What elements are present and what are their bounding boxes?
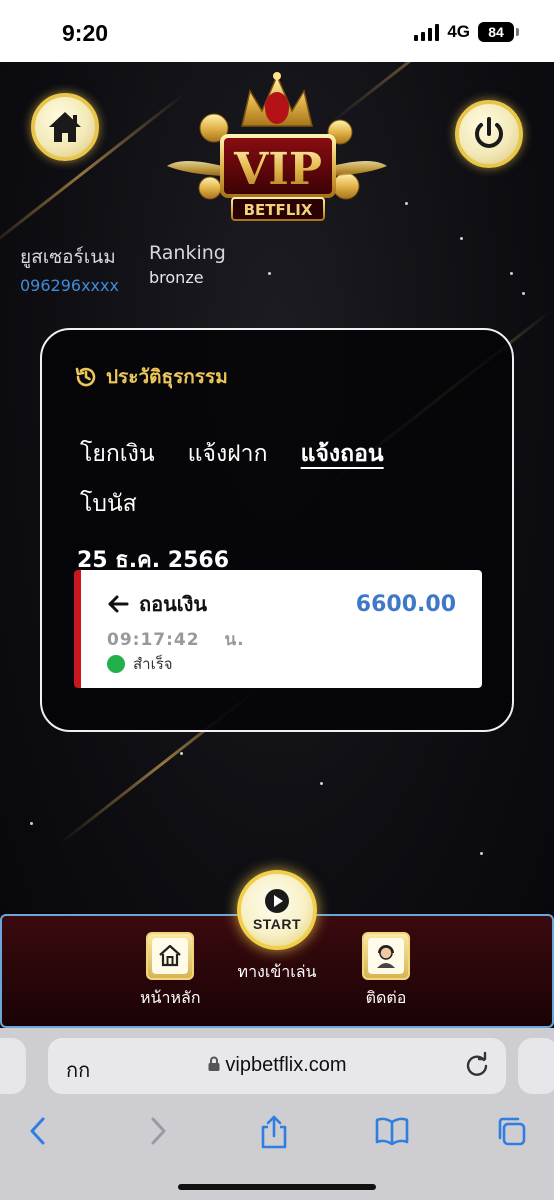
history-icon	[75, 367, 96, 387]
transaction-type-label: ถอนเงิน	[139, 592, 208, 616]
transaction-status-label: สำเร็จ	[133, 655, 173, 673]
star	[180, 752, 183, 755]
app-screen: VIP BETFLIX ยูสเซอร์เนม 096296xxxx Ranki…	[0, 62, 554, 1028]
nav-contact[interactable]: ติดต่อ	[362, 932, 410, 1011]
support-agent-icon	[377, 945, 395, 968]
tab-deposit[interactable]: แจ้งฝาก	[188, 436, 268, 472]
nav-home-icon-box	[146, 932, 195, 980]
battery-icon: 84	[478, 22, 519, 42]
share-icon[interactable]	[258, 1114, 290, 1150]
browser-bar: กก vipbetflix.com	[0, 1028, 554, 1200]
logo-text: VIP	[233, 144, 322, 195]
tabs-icon[interactable]	[494, 1114, 528, 1148]
star	[30, 822, 33, 825]
home-button[interactable]	[31, 93, 99, 161]
tab-transfer[interactable]: โยกเงิน	[80, 436, 155, 472]
star	[480, 852, 483, 855]
history-title-text: ประวัติธุรกรรม	[106, 366, 228, 388]
username-block: ยูสเซอร์เนม 096296xxxx	[20, 242, 119, 295]
status-time: 9:20	[62, 20, 109, 46]
url-text: vipbetflix.com	[225, 1054, 347, 1076]
transaction-time-value: 09:17:42	[107, 630, 200, 650]
network-type: 4G	[447, 22, 470, 41]
transaction-amount: 6600.00	[355, 592, 456, 617]
ranking-block: Ranking bronze	[149, 242, 226, 287]
transaction-time-unit: น.	[224, 630, 245, 650]
nav-home-label: หน้าหลัก	[140, 988, 201, 1007]
arrow-left-icon	[108, 595, 129, 613]
play-icon	[265, 889, 289, 913]
home-indicator	[178, 1184, 376, 1190]
history-title: ประวัติธุรกรรม	[74, 362, 228, 392]
prev-tab-pill[interactable]	[0, 1038, 26, 1094]
star	[510, 272, 513, 275]
start-caption: ทางเข้าเล่น	[237, 962, 317, 981]
transaction-status: สำเร็จ	[107, 652, 173, 676]
tab-bonus[interactable]: โบนัส	[80, 486, 137, 522]
logout-button[interactable]	[455, 100, 523, 168]
username-value: 096296xxxx	[20, 276, 119, 295]
username-label: ยูสเซอร์เนม	[20, 246, 116, 268]
tab-withdraw[interactable]: แจ้งถอน	[301, 436, 384, 472]
transaction-time: 09:17:42 น.	[107, 626, 245, 653]
status-icons: 4G 84	[414, 22, 519, 42]
back-icon[interactable]	[26, 1114, 50, 1148]
ranking-value: bronze	[149, 268, 204, 287]
transaction-type: ถอนเงิน	[107, 588, 207, 620]
status-bar: 9:20 4G 84	[0, 0, 554, 62]
transaction-row[interactable]: ถอนเงิน 6600.00 09:17:42 น. สำเร็จ	[74, 570, 482, 688]
star	[320, 782, 323, 785]
star	[405, 202, 408, 205]
forward-icon[interactable]	[146, 1114, 170, 1148]
bookmarks-icon[interactable]	[374, 1114, 410, 1148]
address-bar[interactable]: กก vipbetflix.com	[48, 1038, 506, 1094]
power-icon	[475, 117, 503, 148]
browser-toolbar	[0, 1108, 554, 1158]
start-label: START	[252, 916, 302, 932]
star	[460, 237, 463, 240]
house-icon	[159, 944, 181, 967]
nav-home[interactable]: หน้าหลัก	[140, 932, 201, 1011]
start-button[interactable]: START	[237, 870, 317, 950]
vip-betflix-logo: VIP BETFLIX	[162, 66, 392, 226]
ranking-label: Ranking	[149, 242, 226, 264]
status-dot-icon	[107, 655, 125, 673]
reload-icon[interactable]	[462, 1050, 492, 1080]
history-tabs: โยกเงิน แจ้งฝาก แจ้งถอน โบนัส	[80, 436, 480, 536]
url-display: vipbetflix.com	[48, 1054, 506, 1077]
lock-icon	[208, 1056, 220, 1071]
signal-icon	[414, 23, 440, 41]
star	[268, 272, 271, 275]
star	[522, 292, 525, 295]
home-icon	[49, 112, 81, 142]
next-tab-pill[interactable]	[518, 1038, 554, 1094]
transaction-history-card: ประวัติธุรกรรม โยกเงิน แจ้งฝาก แจ้งถอน โ…	[40, 328, 514, 732]
logo-subtext: BETFLIX	[244, 201, 313, 219]
nav-contact-icon-box	[362, 932, 410, 980]
nav-contact-label: ติดต่อ	[365, 988, 407, 1007]
